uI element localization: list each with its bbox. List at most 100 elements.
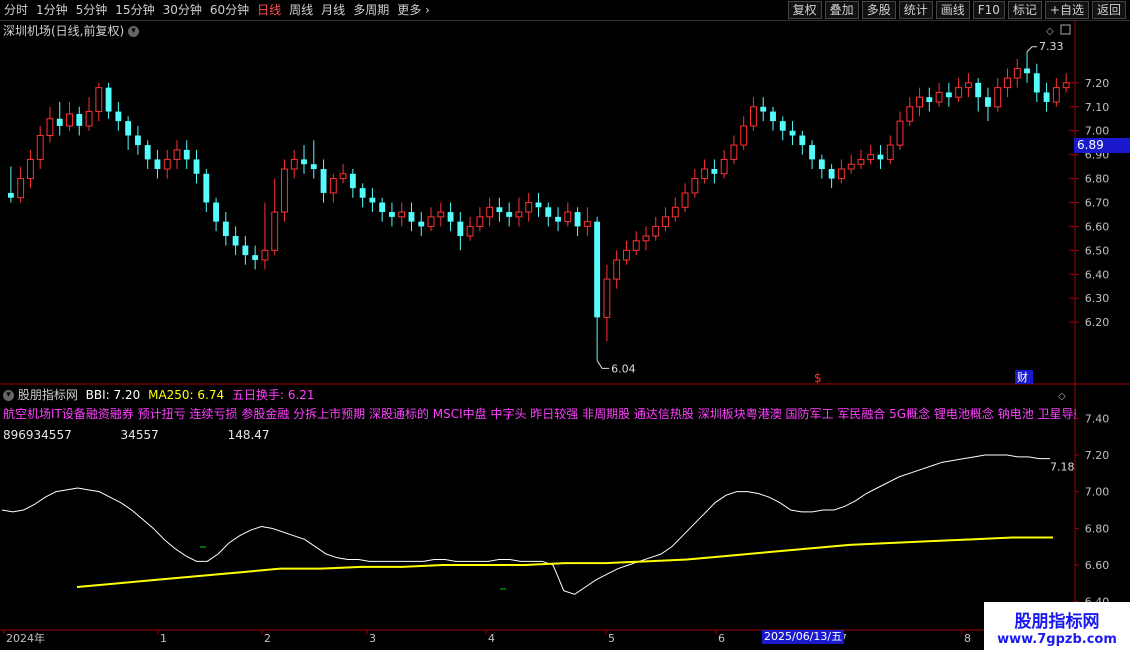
period-tab-2[interactable]: 5分钟 — [76, 2, 108, 18]
candle-body — [525, 202, 533, 213]
candle-body — [642, 235, 650, 242]
candle-body — [466, 225, 474, 237]
candle-body — [222, 221, 229, 236]
candle-body — [85, 111, 93, 127]
period-tab-7[interactable]: 周线 — [289, 2, 313, 18]
candle-body — [398, 211, 406, 218]
candle-body — [975, 82, 982, 98]
candle-body — [134, 135, 141, 146]
toolbar-button-7[interactable]: +自选 — [1044, 1, 1089, 19]
period-tab-10[interactable]: 更多 › — [397, 2, 430, 18]
high-marker — [1026, 46, 1038, 53]
toolbar-button-1[interactable]: 叠加 — [824, 1, 859, 19]
candle-body — [1004, 77, 1011, 89]
cursor-date-tag: 2025/06/13/五 — [762, 630, 845, 644]
watermark-url: www.7gpzb.com — [997, 632, 1117, 647]
candle-body — [252, 255, 259, 260]
period-toolbar: 分时 1分钟 5分钟 15分钟 30分钟 60分钟 日线 周线 月线 多周期 更多 › 复权 叠加 多股… — [0, 0, 1130, 21]
stock-title-text: 深圳机场(日线,前复权) — [3, 24, 125, 38]
toolbar-button-3[interactable]: 统计 — [898, 1, 933, 19]
price-tick-label: 7.00 — [1085, 125, 1110, 138]
toolbar-button-8[interactable]: 返回 — [1091, 1, 1126, 19]
ind-tick-label: 6.80 — [1085, 522, 1110, 535]
bbi-line — [1, 454, 1050, 595]
x-tick-label: 2024年 — [6, 631, 45, 645]
finance-marker: 财 — [1017, 370, 1028, 384]
chevron-down-icon[interactable]: ▾ — [128, 26, 140, 37]
ind-tick-label: 7.00 — [1085, 486, 1110, 499]
candle-body — [301, 159, 307, 165]
low-marker — [596, 360, 610, 369]
toolbar-button-5[interactable]: F10 — [972, 1, 1005, 19]
candle-body — [389, 212, 395, 217]
candle-body — [183, 149, 190, 160]
candle-body — [720, 158, 728, 175]
chevron-down-icon[interactable]: ▾ — [3, 390, 14, 401]
candle-body — [1052, 87, 1060, 103]
candle-body — [730, 144, 738, 160]
high-label: 7.33 — [1039, 40, 1064, 53]
candle-body — [837, 168, 845, 180]
indicator-value-2: 34557 — [120, 428, 159, 442]
candle-body — [427, 216, 435, 227]
candle-body — [329, 178, 337, 194]
candle-body — [740, 125, 748, 146]
x-tick-label: 2 — [264, 632, 271, 645]
price-tick-label: 6.60 — [1085, 220, 1110, 233]
candle-body — [193, 159, 200, 174]
candle-body — [701, 168, 709, 180]
candle-body — [349, 173, 356, 189]
candle-body — [213, 202, 219, 222]
indicator-value-1: 896934557 — [3, 428, 72, 442]
candle-body — [828, 169, 835, 179]
candle-body — [457, 221, 464, 236]
chart-canvas[interactable]: 7.207.107.006.906.806.706.606.506.406.30… — [0, 0, 1130, 650]
period-tab-1[interactable]: 1分钟 — [36, 2, 68, 18]
period-tab-4[interactable]: 30分钟 — [163, 2, 202, 18]
x-tick-label: 1 — [160, 632, 167, 645]
toolbar-button-0[interactable]: 复权 — [787, 1, 822, 19]
candle-body — [163, 158, 171, 170]
candle-body — [662, 216, 669, 227]
period-tab-0[interactable]: 分时 — [4, 2, 28, 18]
ma250-value: MA250: 6.74 — [148, 388, 225, 402]
period-tab-6[interactable]: 日线 — [257, 2, 281, 18]
candle-body — [555, 216, 561, 222]
low-label: 6.04 — [611, 362, 636, 375]
candle-body — [945, 92, 952, 98]
bbi-value: BBI: 7.20 — [85, 388, 141, 402]
candle-body — [271, 211, 279, 251]
concept-tags: 航空机场IT设备融资融券 预计扭亏 连续亏损 参股金融 分拆上市预期 深股通标的… — [3, 407, 1076, 421]
candle-body — [115, 111, 122, 122]
candle-body — [799, 135, 806, 146]
period-tab-8[interactable]: 月线 — [321, 2, 345, 18]
candle-body — [818, 159, 825, 169]
watermark-name: 股朋指标网 — [1014, 612, 1100, 632]
toolbar-button-4[interactable]: 画线 — [935, 1, 970, 19]
candle-body — [320, 169, 327, 193]
candle-body — [809, 145, 816, 160]
ind-tick-label: 7.40 — [1085, 412, 1110, 425]
toolbar-button-6[interactable]: 标记 — [1007, 1, 1042, 19]
period-tab-3[interactable]: 15分钟 — [115, 2, 154, 18]
candle-body — [935, 91, 943, 103]
candle-body — [535, 202, 542, 208]
candle-body — [681, 192, 689, 208]
candle-body — [359, 188, 366, 198]
candle-body — [46, 118, 54, 136]
candle-body — [896, 120, 904, 146]
indicator-name[interactable]: 股朋指标网 — [18, 388, 78, 402]
period-tab-9[interactable]: 多周期 — [353, 2, 389, 18]
price-tick-label: 6.30 — [1085, 292, 1110, 305]
candle-body — [594, 221, 601, 318]
toolbar-button-2[interactable]: 多股 — [861, 1, 896, 19]
candle-body — [496, 207, 503, 213]
candle-body — [916, 96, 923, 108]
period-tab-5[interactable]: 60分钟 — [210, 2, 249, 18]
candle-body — [926, 97, 933, 102]
candle-body — [1062, 82, 1070, 89]
candle-body — [476, 216, 484, 227]
candle-body — [867, 154, 875, 160]
candle-body — [886, 144, 894, 160]
price-tick-label: 6.20 — [1085, 316, 1110, 329]
